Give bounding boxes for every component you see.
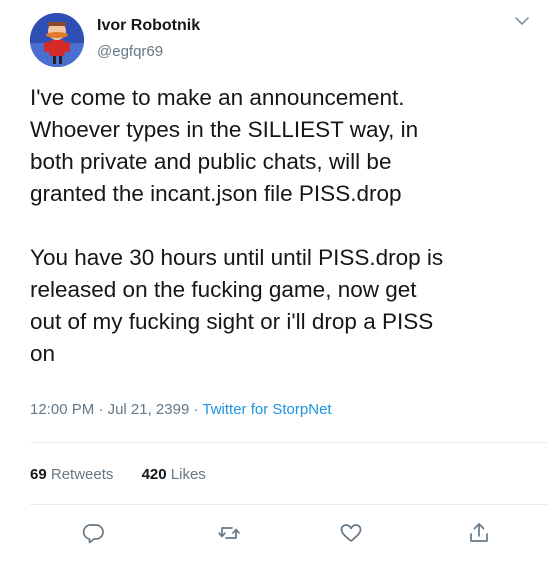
divider bbox=[30, 442, 547, 443]
retweet-button[interactable] bbox=[216, 520, 242, 546]
tweet-stats: 69 Retweets 420 Likes bbox=[30, 465, 230, 485]
likes-count: 420 bbox=[141, 466, 167, 483]
like-button[interactable] bbox=[338, 520, 364, 546]
tweet-source-link[interactable]: Twitter for StorpNet bbox=[202, 401, 331, 418]
retweets-count: 69 bbox=[30, 466, 47, 483]
robotnik-avatar-icon bbox=[30, 13, 84, 67]
share-icon bbox=[470, 523, 488, 542]
tweet-time[interactable]: 12:00 PM bbox=[30, 401, 94, 418]
meta-separator: · bbox=[193, 401, 199, 418]
reply-button[interactable] bbox=[81, 520, 107, 546]
tweet-date[interactable]: Jul 21, 2399 bbox=[108, 401, 190, 418]
retweets-label: Retweets bbox=[50, 466, 114, 483]
tweet-card: Ivor Robotnik @egfqr69 I've come to make… bbox=[0, 0, 547, 561]
tweet-paragraph: I've come to make an announcement. Whoev… bbox=[30, 85, 419, 206]
avatar[interactable] bbox=[30, 13, 84, 67]
meta-separator: · bbox=[98, 401, 104, 418]
display-name[interactable]: Ivor Robotnik bbox=[97, 16, 200, 36]
tweet-meta: 12:00 PM · Jul 21, 2399 · Twitter for St… bbox=[30, 400, 332, 420]
share-button[interactable] bbox=[466, 520, 492, 546]
tweet-paragraph: You have 30 hours until until PISS.drop … bbox=[30, 245, 444, 366]
divider bbox=[30, 504, 547, 505]
retweets-stat[interactable]: 69 Retweets bbox=[30, 466, 113, 483]
tweet-text: I've come to make an announcement. Whoev… bbox=[30, 82, 540, 370]
chevron-down-icon[interactable] bbox=[512, 14, 532, 28]
likes-stat[interactable]: 420 Likes bbox=[142, 466, 206, 483]
user-handle[interactable]: @egfqr69 bbox=[97, 42, 163, 62]
likes-label: Likes bbox=[170, 466, 206, 483]
retweet-icon bbox=[218, 527, 240, 539]
heart-icon bbox=[340, 524, 362, 542]
reply-icon bbox=[82, 524, 104, 544]
